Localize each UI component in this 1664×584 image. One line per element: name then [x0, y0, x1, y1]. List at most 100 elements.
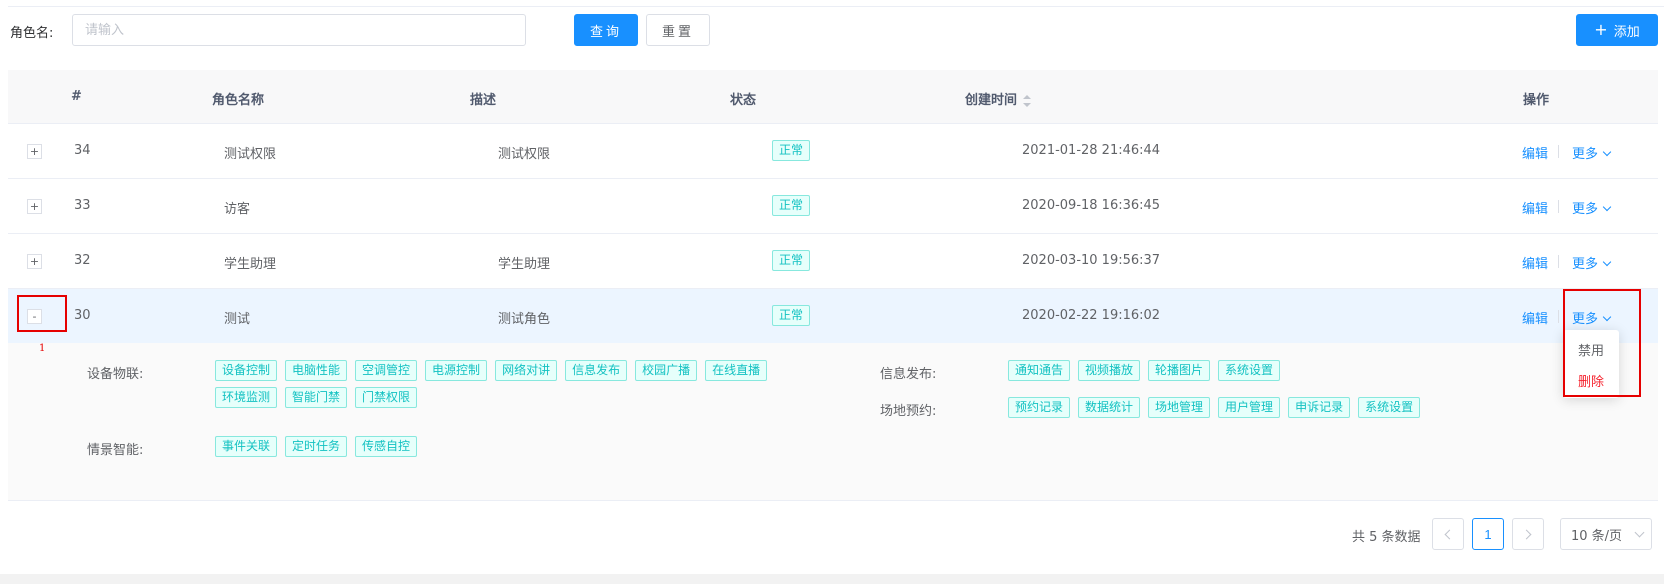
expand-row-button[interactable]: +: [27, 199, 42, 214]
sort-icon[interactable]: [1023, 94, 1032, 107]
role-name-search-input[interactable]: [72, 14, 526, 46]
row-role-name: 测试权限: [224, 147, 277, 162]
header-id: #: [71, 89, 82, 104]
row-role-name: 学生助理: [224, 257, 277, 272]
chevron-right-icon: [1521, 529, 1532, 539]
prev-page-button[interactable]: [1432, 518, 1464, 550]
chevron-down-icon: [1602, 257, 1612, 267]
permission-tag: 申诉记录: [1288, 397, 1351, 418]
header-operations: 操作: [1523, 93, 1550, 108]
chevron-down-icon: [1602, 147, 1612, 157]
page-number-button[interactable]: 1: [1472, 518, 1504, 550]
operation-divider: [1558, 310, 1559, 323]
permission-tag-list: 通知通告 视频播放 轮播图片 系统设置: [1008, 360, 1488, 381]
permission-tag: 用户管理: [1218, 397, 1281, 418]
edit-link[interactable]: 编辑: [1522, 253, 1548, 272]
permission-tag: 定时任务: [285, 436, 348, 457]
permission-tag: 电源控制: [425, 360, 488, 381]
row-description: 测试角色: [498, 312, 551, 327]
footer-band: [0, 574, 1664, 584]
header-status: 状态: [730, 93, 757, 108]
permission-tag: 门禁权限: [355, 387, 418, 408]
row-id: 30: [74, 308, 91, 323]
permission-tag: 数据统计: [1078, 397, 1141, 418]
expand-row-button[interactable]: +: [27, 144, 42, 159]
permission-tag: 视频播放: [1078, 360, 1141, 381]
row-created-time: 2020-02-22 19:16:02: [1022, 308, 1161, 323]
status-badge: 正常: [772, 195, 811, 216]
permission-tag-list: 设备控制 电脑性能 空调管控 电源控制 网络对讲 信息发布 校园广播 在线直播 …: [215, 360, 797, 408]
status-badge: 正常: [772, 250, 811, 271]
edit-link[interactable]: 编辑: [1522, 308, 1548, 327]
header-description: 描述: [470, 93, 497, 108]
chevron-left-icon: [1444, 529, 1455, 539]
table-row: + 34 测试权限 测试权限 正常 2021-01-28 21:46:44 编辑…: [8, 124, 1658, 179]
row-role-name: 访客: [224, 202, 251, 217]
permission-tag: 电脑性能: [285, 360, 348, 381]
role-management-page: 角色名: 查询 重置 + 添加 # 角色名称 描述 状态 创建时间 操作 + 3…: [0, 0, 1664, 584]
permission-tag: 网络对讲: [495, 360, 558, 381]
operation-divider: [1558, 145, 1559, 158]
permission-tag: 环境监测: [215, 387, 278, 408]
annotation-highlight-box: [1563, 289, 1641, 397]
table-row: + 32 学生助理 学生助理 正常 2020-03-10 19:56:37 编辑…: [8, 234, 1658, 289]
permission-tag: 系统设置: [1358, 397, 1421, 418]
expand-row-button[interactable]: +: [27, 254, 42, 269]
row-role-name: 测试: [224, 312, 251, 327]
plus-icon: +: [1594, 20, 1608, 39]
header-role-name: 角色名称: [212, 93, 265, 108]
permission-tag: 通知通告: [1008, 360, 1071, 381]
more-dropdown-trigger[interactable]: 更多: [1572, 143, 1612, 162]
permission-tag: 智能门禁: [285, 387, 348, 408]
operation-divider: [1558, 200, 1559, 213]
chevron-down-icon: [1602, 202, 1612, 212]
top-divider: [8, 6, 1664, 7]
chevron-down-icon: [1634, 527, 1645, 538]
permission-tag: 信息发布: [565, 360, 628, 381]
header-created-time[interactable]: 创建时间: [965, 89, 1032, 108]
more-label: 更多: [1572, 147, 1599, 162]
more-label: 更多: [1572, 257, 1599, 272]
add-role-label: 添加: [1613, 24, 1640, 40]
permission-tag: 校园广播: [635, 360, 698, 381]
table-header: # 角色名称 描述 状态 创建时间 操作: [8, 70, 1658, 124]
annotation-marker: 1: [39, 343, 46, 354]
row-id: 32: [74, 253, 91, 268]
row-id: 34: [74, 143, 91, 158]
row-id: 33: [74, 198, 91, 213]
reset-button[interactable]: 重置: [646, 14, 710, 46]
add-role-button[interactable]: + 添加: [1576, 14, 1658, 46]
status-badge: 正常: [772, 305, 811, 326]
permission-tag: 系统设置: [1218, 360, 1281, 381]
pagination-total: 共 5 条数据: [1352, 530, 1421, 545]
search-button[interactable]: 查询: [574, 14, 638, 46]
row-description: 测试权限: [498, 147, 551, 162]
next-page-button[interactable]: [1512, 518, 1544, 550]
permission-group-label: 场地预约:: [880, 404, 937, 419]
edit-link[interactable]: 编辑: [1522, 143, 1548, 162]
page-size-select[interactable]: 10 条/页: [1560, 518, 1652, 550]
permission-group-label: 设备物联:: [87, 367, 144, 382]
permission-tag: 在线直播: [705, 360, 768, 381]
more-label: 更多: [1572, 202, 1599, 217]
permission-tag-list: 预约记录 数据统计 场地管理 用户管理 申诉记录 系统设置: [1008, 397, 1488, 418]
operation-divider: [1558, 255, 1559, 268]
expanded-permissions-panel: 设备物联: 设备控制 电脑性能 空调管控 电源控制 网络对讲 信息发布 校园广播…: [8, 343, 1658, 501]
permission-tag: 轮播图片: [1148, 360, 1211, 381]
permission-tag: 场地管理: [1148, 397, 1211, 418]
more-dropdown-trigger[interactable]: 更多: [1572, 198, 1612, 217]
annotation-highlight-box: [17, 295, 67, 332]
permission-tag: 事件关联: [215, 436, 278, 457]
permission-tag: 传感自控: [355, 436, 418, 457]
permission-group-label: 情景智能:: [87, 443, 144, 458]
table-row: - 30 测试 测试角色 正常 2020-02-22 19:16:02 编辑 更…: [8, 289, 1658, 344]
permission-tag: 空调管控: [355, 360, 418, 381]
row-created-time: 2020-03-10 19:56:37: [1022, 253, 1161, 268]
permission-tag: 设备控制: [215, 360, 278, 381]
search-label: 角色名:: [10, 26, 54, 41]
row-description: 学生助理: [498, 257, 551, 272]
status-badge: 正常: [772, 140, 811, 161]
permission-group-label: 信息发布:: [880, 367, 937, 382]
more-dropdown-trigger[interactable]: 更多: [1572, 253, 1612, 272]
edit-link[interactable]: 编辑: [1522, 198, 1548, 217]
